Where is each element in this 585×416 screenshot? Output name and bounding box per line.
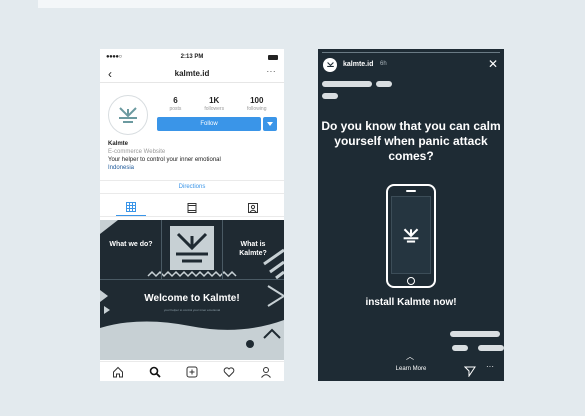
tab-tagged[interactable] bbox=[238, 199, 268, 216]
kalmte-logo-icon bbox=[119, 107, 137, 123]
stat-followers[interactable]: 1K followers bbox=[204, 96, 224, 112]
nav-search[interactable] bbox=[148, 365, 162, 379]
send-icon bbox=[463, 366, 476, 378]
directions-button[interactable]: Directions bbox=[100, 180, 284, 194]
decor-pill bbox=[376, 81, 392, 87]
stat-posts[interactable]: 6 posts bbox=[169, 96, 181, 112]
profile-stats: 6 posts 1K followers 100 following bbox=[158, 96, 278, 112]
story-cta-text: install Kalmte now! bbox=[365, 297, 457, 308]
background-strip bbox=[38, 0, 330, 8]
add-icon bbox=[186, 366, 198, 377]
grid-post-welcome[interactable]: Welcome to Kalmte! bbox=[100, 293, 284, 304]
story-timestamp: 6h bbox=[380, 61, 387, 67]
grid-post-subtitle: your helper to control your inner emotio… bbox=[163, 308, 221, 312]
post-grid[interactable]: What we do? What is Kalmte? Welcome to K… bbox=[100, 220, 284, 360]
profile-category: E-commerce Website bbox=[108, 149, 166, 155]
close-icon[interactable]: ✕ bbox=[488, 57, 498, 71]
grid-divider bbox=[100, 279, 284, 280]
profile-username: kalmte.id bbox=[174, 69, 210, 78]
chevron-up-icon[interactable]: ︿ bbox=[406, 351, 414, 362]
send-icon[interactable] bbox=[463, 364, 476, 378]
decor-pill bbox=[450, 331, 500, 337]
nav-home[interactable] bbox=[111, 365, 125, 379]
story-question: Do you know that you can calm yourself w… bbox=[321, 119, 501, 163]
stat-following-label: following bbox=[247, 106, 267, 112]
status-time: 2:13 PM bbox=[180, 54, 204, 60]
profile-screen: ●●●●○ 2:13 PM ‹ kalmte.id ··· 6 posts 1K… bbox=[100, 49, 284, 381]
grid-icon bbox=[125, 202, 136, 212]
igtv-icon bbox=[187, 202, 197, 213]
grid-post-what-is-kalmte[interactable]: What is Kalmte? bbox=[226, 240, 280, 258]
phone-illustration-screen bbox=[391, 196, 431, 274]
decor-pill bbox=[322, 93, 338, 99]
grid-divider bbox=[161, 220, 162, 279]
battery-icon bbox=[268, 55, 278, 60]
kalmte-logo-icon bbox=[326, 62, 334, 67]
phone-home-button bbox=[407, 277, 415, 285]
nav-profile[interactable] bbox=[259, 365, 273, 379]
more-icon[interactable]: ··· bbox=[267, 67, 277, 76]
stat-posts-label: posts bbox=[169, 106, 182, 112]
profile-tabs bbox=[100, 199, 284, 217]
follow-button[interactable]: Follow bbox=[157, 117, 261, 131]
status-bar: ●●●●○ 2:13 PM bbox=[100, 49, 284, 65]
tagged-icon bbox=[248, 202, 259, 213]
story-screen[interactable]: kalmte.id 6h ✕ Do you know that you can … bbox=[318, 49, 504, 381]
grid-divider bbox=[222, 220, 223, 279]
nav-activity[interactable] bbox=[222, 365, 236, 379]
story-progress-bar bbox=[322, 52, 500, 53]
grid-post-what-we-do[interactable]: What we do? bbox=[104, 240, 158, 249]
story-avatar[interactable] bbox=[323, 58, 337, 72]
avatar[interactable] bbox=[108, 95, 148, 135]
stat-following[interactable]: 100 following bbox=[247, 96, 266, 112]
decor-pill bbox=[322, 81, 372, 87]
phone-illustration bbox=[386, 184, 436, 288]
tab-grid[interactable] bbox=[115, 199, 146, 216]
profile-nav-bar: ‹ kalmte.id ··· bbox=[100, 65, 284, 83]
stat-followers-label: followers bbox=[204, 106, 225, 112]
more-icon[interactable]: ··· bbox=[486, 362, 494, 371]
tab-igtv[interactable] bbox=[177, 199, 207, 216]
bottom-nav bbox=[100, 361, 284, 381]
profile-location-link[interactable]: Indonesia bbox=[108, 164, 278, 172]
decor-pill bbox=[452, 345, 468, 351]
home-icon bbox=[113, 366, 124, 377]
nav-add[interactable] bbox=[185, 365, 199, 379]
phone-speaker bbox=[406, 190, 416, 192]
learn-more-button[interactable]: Learn More bbox=[318, 366, 504, 372]
profile-bio: Kalmte E-commerce Website Your helper to… bbox=[108, 140, 278, 172]
caret-down-icon bbox=[267, 122, 273, 126]
search-icon bbox=[149, 366, 161, 378]
story-username[interactable]: kalmte.id bbox=[343, 61, 373, 68]
profile-name: Kalmte bbox=[108, 141, 129, 147]
follow-dropdown-button[interactable] bbox=[263, 117, 277, 131]
stat-followers-count: 1K bbox=[209, 96, 220, 105]
profile-icon bbox=[260, 366, 271, 378]
stat-following-count: 100 bbox=[250, 96, 264, 105]
profile-description: Your helper to control your inner emotio… bbox=[108, 157, 221, 163]
stat-posts-count: 6 bbox=[173, 96, 178, 105]
heart-icon bbox=[223, 366, 235, 377]
decor-pill bbox=[478, 345, 504, 351]
kalmte-logo-icon bbox=[403, 228, 419, 243]
